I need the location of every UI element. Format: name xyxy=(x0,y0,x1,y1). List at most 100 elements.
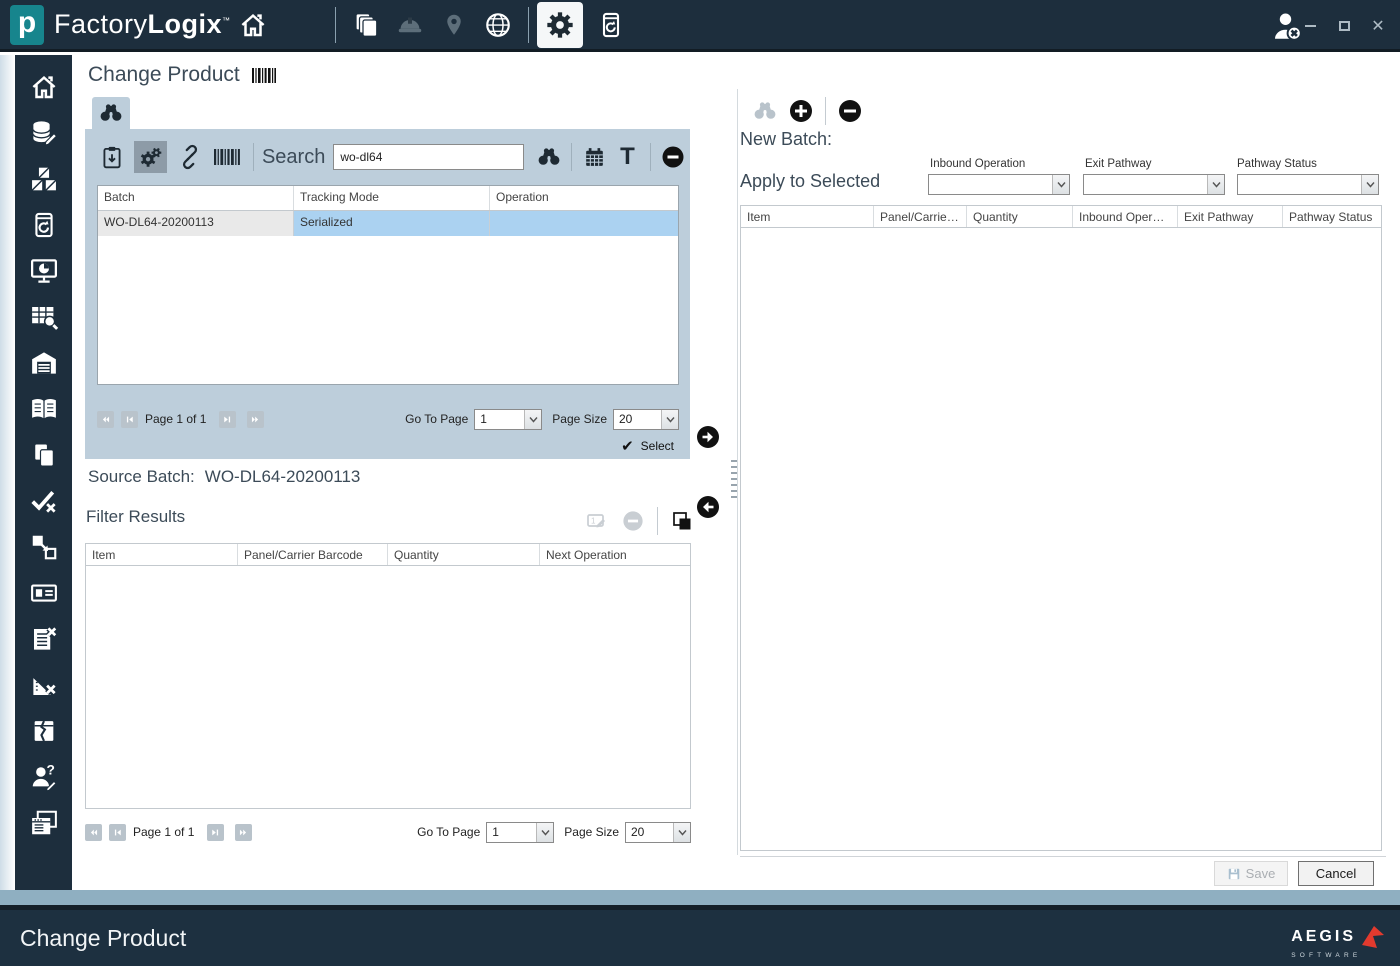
run-search-button[interactable] xyxy=(532,141,565,173)
sidebar-documents-icon[interactable] xyxy=(26,439,62,471)
column-header-pathway-status[interactable]: Pathway Status xyxy=(1283,206,1381,227)
previous-page-button[interactable] xyxy=(109,823,126,841)
sidebar-home-icon[interactable] xyxy=(26,71,62,103)
operation-cell[interactable] xyxy=(490,211,678,236)
user-logout-icon[interactable] xyxy=(1269,8,1305,44)
select-batch-button[interactable]: ✔ Select xyxy=(621,437,674,455)
next-page-button[interactable] xyxy=(207,823,225,841)
chevron-down-icon[interactable] xyxy=(673,822,690,842)
exit-pathway-value xyxy=(1084,175,1224,179)
column-header-next-operation[interactable]: Next Operation xyxy=(540,544,690,565)
close-button[interactable]: ✕ xyxy=(1370,18,1386,35)
goto-page-dropdown[interactable]: 1 xyxy=(474,408,543,430)
inbound-operation-dropdown[interactable] xyxy=(928,174,1070,195)
column-header-operation[interactable]: Operation xyxy=(490,186,678,210)
search-input[interactable] xyxy=(333,144,525,170)
sidebar-validation-icon[interactable] xyxy=(26,485,62,517)
logo-letter: p xyxy=(17,5,37,39)
column-header-tracking-mode[interactable]: Tracking Mode xyxy=(294,186,490,210)
move-right-button[interactable] xyxy=(696,425,720,449)
tab-batch-search[interactable] xyxy=(92,97,130,129)
last-page-button[interactable] xyxy=(247,410,265,428)
sidebar-checklist-remove-icon[interactable] xyxy=(26,623,62,655)
globe-icon[interactable] xyxy=(476,3,520,47)
first-page-button[interactable] xyxy=(97,410,114,428)
edit-tag-button[interactable]: 1 xyxy=(582,507,612,535)
brand-name: FactoryLogix™ xyxy=(54,9,231,39)
sidebar-device-history-icon[interactable] xyxy=(26,209,62,241)
column-header-quantity[interactable]: Quantity xyxy=(388,544,540,565)
sidebar-dashboard-icon[interactable] xyxy=(26,255,62,287)
text-filter-button[interactable]: T xyxy=(611,141,644,173)
exit-pathway-dropdown[interactable] xyxy=(1083,174,1225,195)
cancel-button[interactable]: Cancel xyxy=(1298,861,1374,886)
home-icon[interactable] xyxy=(231,3,275,47)
source-batch-label: Source Batch: xyxy=(88,467,195,486)
device-history-icon[interactable] xyxy=(589,3,633,47)
chevron-down-icon[interactable] xyxy=(1361,175,1378,194)
previous-page-button[interactable] xyxy=(121,410,138,428)
move-left-button[interactable] xyxy=(696,495,720,519)
chevron-down-icon[interactable] xyxy=(524,409,542,429)
batch-row-selected[interactable]: WO-DL64-20200113 Serialized xyxy=(98,211,678,236)
sidebar-badge-icon[interactable] xyxy=(26,577,62,609)
column-header-inbound-operation[interactable]: Inbound Operati... xyxy=(1073,206,1178,227)
maximize-button[interactable] xyxy=(1336,18,1352,34)
remove-filter-button[interactable] xyxy=(618,507,648,535)
save-button[interactable]: Save xyxy=(1214,861,1288,886)
sidebar-packaging-icon[interactable] xyxy=(26,163,62,195)
splitter-grip[interactable] xyxy=(731,460,737,500)
hardhat-icon[interactable] xyxy=(388,3,432,47)
footer-divider xyxy=(740,856,1386,857)
column-header-item[interactable]: Item xyxy=(741,206,874,227)
select-label: Select xyxy=(640,439,674,453)
chevron-down-icon[interactable] xyxy=(1207,175,1224,194)
sidebar-documentation-icon[interactable] xyxy=(26,393,62,425)
documents-icon[interactable] xyxy=(344,3,388,47)
find-batch-button[interactable] xyxy=(750,95,780,127)
column-header-quantity[interactable]: Quantity xyxy=(967,206,1073,227)
sidebar-warehouse-icon[interactable] xyxy=(26,347,62,379)
new-batch-toolbar-divider xyxy=(825,97,826,125)
sidebar-reports-icon[interactable] xyxy=(26,807,62,839)
remove-batch-button[interactable] xyxy=(835,95,865,127)
sidebar-data-editor-icon[interactable] xyxy=(26,117,62,149)
pathway-status-dropdown[interactable] xyxy=(1237,174,1379,195)
aegis-brand-text: AEGIS xyxy=(1291,928,1356,945)
barcode-icon xyxy=(251,67,276,83)
add-batch-button[interactable] xyxy=(786,95,816,127)
arrow-left-circle-icon xyxy=(697,496,719,518)
column-header-panel-barcode[interactable]: Panel/Carrier Barcode xyxy=(238,544,388,565)
batch-options-button[interactable] xyxy=(134,141,167,173)
link-batch-button[interactable] xyxy=(173,141,206,173)
location-pin-icon[interactable] xyxy=(432,3,476,47)
last-page-button[interactable] xyxy=(235,823,253,841)
clear-search-button[interactable] xyxy=(657,141,690,173)
settings-gear-icon[interactable] xyxy=(536,1,583,48)
batch-cell[interactable]: WO-DL64-20200113 xyxy=(98,211,294,236)
goto-page-dropdown[interactable]: 1 xyxy=(486,821,555,843)
chevron-down-icon[interactable] xyxy=(661,409,678,429)
new-batch-panel: New Batch: Apply to Selected Inbound Ope… xyxy=(740,55,1386,890)
sidebar-damaged-unit-icon[interactable] xyxy=(26,715,62,747)
sidebar-query-table-icon[interactable] xyxy=(26,301,62,333)
sidebar-user-support-icon[interactable]: ? xyxy=(26,761,62,793)
column-header-item[interactable]: Item xyxy=(86,544,238,565)
date-filter-button[interactable] xyxy=(578,141,611,173)
first-page-button[interactable] xyxy=(85,823,102,841)
sidebar-transfer-icon[interactable] xyxy=(26,531,62,563)
multi-select-button[interactable] xyxy=(667,507,697,535)
page-size-dropdown[interactable]: 20 xyxy=(625,821,691,843)
page-size-dropdown[interactable]: 20 xyxy=(613,408,679,430)
column-header-panel-barcode[interactable]: Panel/Carrier Bar... xyxy=(874,206,967,227)
next-page-button[interactable] xyxy=(219,410,237,428)
column-header-exit-pathway[interactable]: Exit Pathway xyxy=(1178,206,1283,227)
minimize-button[interactable] xyxy=(1302,18,1318,34)
chevron-down-icon[interactable] xyxy=(536,822,554,842)
paste-batch-button[interactable] xyxy=(95,141,128,173)
sidebar-measurement-remove-icon[interactable] xyxy=(26,669,62,701)
tracking-mode-cell[interactable]: Serialized xyxy=(294,211,490,236)
column-header-batch[interactable]: Batch xyxy=(98,186,294,210)
scan-barcode-button[interactable] xyxy=(210,141,243,173)
chevron-down-icon[interactable] xyxy=(1052,175,1069,194)
